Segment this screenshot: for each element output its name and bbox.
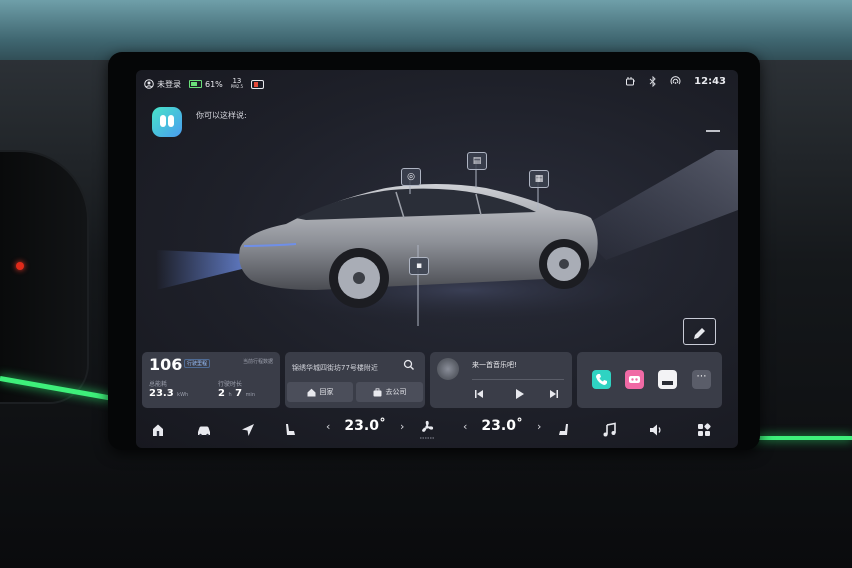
login-status-text: 未登录 (157, 79, 181, 89)
air-purifier-icon[interactable] (625, 76, 636, 87)
current-address: 锦绣华城四街坊77号楼附近 (292, 364, 378, 372)
bottom-dock: ‹ 23.0˚ › ‹ 23.0˚ › (136, 412, 738, 448)
pm25-unit: PM2.5 (230, 84, 244, 89)
go-to-work-label: 去公司 (385, 388, 407, 396)
vehicle-3d-view: ◎ ▤ ▦ ▪ (136, 140, 738, 350)
next-track-icon[interactable] (547, 388, 561, 400)
assistant-prompt: 你可以这样说: (196, 111, 247, 120)
account-status[interactable]: 未登录 (144, 79, 181, 90)
duration-reading: 2 h 7 min (218, 388, 255, 399)
duration-hour-unit: h (228, 392, 232, 398)
gallery-icon (662, 381, 673, 385)
left-temperature: 23.0˚ (344, 418, 386, 434)
home-screen-icon[interactable] (150, 422, 166, 438)
karaoke-icon (629, 376, 640, 383)
warning-light (16, 262, 24, 270)
pen-icon (694, 328, 705, 339)
home-icon (307, 388, 315, 396)
status-bar: 未登录 61% 13 PM2.5 12:43 (136, 76, 738, 94)
dashcam-icon (251, 79, 265, 89)
music-progress-bar[interactable] (472, 379, 564, 380)
trip-mileage-tag: 行驶里程 (184, 359, 211, 368)
energy-reading: 23.3 kWh (149, 388, 188, 399)
app-grid-icon[interactable] (696, 422, 712, 438)
fan-icon[interactable] (416, 418, 438, 440)
voice-assistant-avatar[interactable] (152, 107, 182, 137)
search-icon[interactable] (403, 359, 415, 371)
phone-icon (596, 374, 607, 385)
right-temp-decrease[interactable]: ‹ (463, 420, 467, 433)
navigation-widget[interactable]: 锦绣华城四街坊77号楼附近 回家 去公司 (285, 352, 425, 408)
right-temperature: 23.0˚ (481, 418, 523, 434)
clock: 12:43 (694, 76, 726, 87)
more-apps-icon[interactable]: ⋯ (692, 370, 711, 389)
seat-right-icon[interactable] (556, 422, 572, 438)
seat-left-icon[interactable] (282, 422, 298, 438)
car-charge-port-icon[interactable]: ▪ (409, 257, 429, 275)
ambient-light-right (752, 436, 852, 440)
car-sunshade-control-icon[interactable]: ▦ (529, 170, 549, 188)
gallery-app-icon[interactable] (658, 370, 677, 389)
car-illustration (156, 150, 738, 328)
previous-track-icon[interactable] (472, 388, 486, 400)
apps-widget: ⋯ (577, 352, 722, 408)
pm25-status: 13 PM2.5 (231, 78, 243, 90)
energy-unit: kWh (177, 392, 189, 398)
battery-percent: 61% (205, 79, 223, 89)
bluetooth-icon[interactable] (649, 76, 657, 87)
hotspot-icon[interactable] (670, 76, 681, 87)
phone-app-icon[interactable] (592, 370, 611, 389)
left-temp-decrease[interactable]: ‹ (326, 420, 330, 433)
karaoke-app-icon[interactable] (625, 370, 644, 389)
energy-label: 总能耗 (149, 381, 168, 388)
left-temperature-control: ‹ 23.0˚ › (326, 418, 404, 434)
trip-subtitle: 当前行程数据 (242, 359, 273, 365)
music-icon[interactable] (601, 422, 617, 438)
duration-label: 行驶时长 (218, 381, 243, 388)
left-temp-increase[interactable]: › (400, 420, 404, 433)
music-widget[interactable]: 来一首音乐吧! (430, 352, 572, 408)
battery-status: 61% (189, 80, 223, 89)
duration-hours: 2 (218, 388, 225, 399)
battery-icon (189, 80, 202, 88)
navigation-icon[interactable] (240, 422, 256, 438)
duration-minute-unit: min (245, 392, 255, 398)
energy-value: 23.3 (149, 388, 174, 399)
right-temp-increase[interactable]: › (537, 420, 541, 433)
user-icon (144, 79, 154, 89)
menu-handle[interactable] (706, 130, 720, 132)
edit-button[interactable] (683, 318, 716, 345)
vehicle-icon[interactable] (196, 422, 212, 438)
play-icon[interactable] (512, 388, 526, 400)
briefcase-icon (373, 387, 381, 396)
instrument-cluster-edge (0, 150, 89, 404)
duration-minutes: 7 (235, 388, 243, 399)
infotainment-screen: 未登录 61% 13 PM2.5 12:43 你可以这样说: ◎ ▤ ▦ ▪ 1… (136, 70, 738, 448)
go-to-work-button[interactable]: 去公司 (356, 382, 423, 402)
right-temperature-control: ‹ 23.0˚ › (463, 418, 541, 434)
album-cover[interactable] (437, 358, 459, 380)
trip-mileage: 106 (149, 355, 183, 374)
volume-icon[interactable] (648, 422, 664, 438)
go-home-label: 回家 (319, 388, 334, 396)
music-title: 来一首音乐吧! (472, 361, 517, 369)
go-home-button[interactable]: 回家 (287, 382, 353, 402)
trip-widget[interactable]: 106 行驶里程 当前行程数据 总能耗 23.3 kWh 行驶时长 2 h 7 … (142, 352, 280, 408)
car-window-control-icon[interactable]: ▤ (467, 152, 487, 170)
car-mirror-control-icon[interactable]: ◎ (401, 168, 421, 186)
